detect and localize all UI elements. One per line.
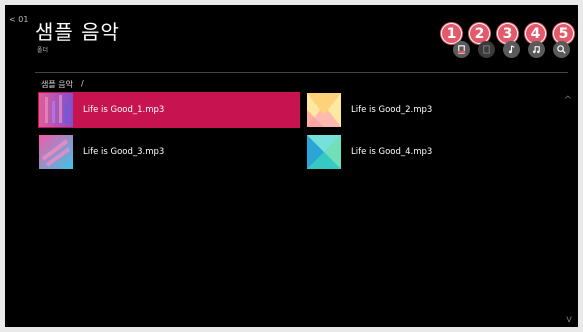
search-button[interactable] xyxy=(553,41,570,58)
file-browser-screen: < 01 샘플 음악 폴더 1 2 3 4 5 샘플 음악 / Life is … xyxy=(5,5,578,327)
playlist-icon xyxy=(532,46,540,54)
scroll-down-button[interactable]: v xyxy=(566,314,572,325)
album-art-thumbnail xyxy=(39,93,73,127)
file-item[interactable]: Life is Good_4.mp3 xyxy=(306,134,568,170)
music-button[interactable] xyxy=(503,41,520,58)
file-name: Life is Good_3.mp3 xyxy=(83,147,165,157)
search-icon xyxy=(557,45,566,54)
breadcrumb-folder[interactable]: 샘플 음악 xyxy=(41,79,73,90)
page-title: 샘플 음악 xyxy=(35,20,120,44)
file-item[interactable]: Life is Good_2.mp3 xyxy=(306,92,568,128)
back-button[interactable]: < 01 xyxy=(9,15,28,24)
file-name: Life is Good_4.mp3 xyxy=(351,147,433,157)
album-art-thumbnail xyxy=(307,93,341,127)
file-item[interactable]: Life is Good_1.mp3 xyxy=(38,92,300,128)
delete-icon xyxy=(457,45,466,54)
document-button[interactable] xyxy=(478,41,495,58)
music-note-icon xyxy=(508,45,515,54)
album-art-thumbnail xyxy=(307,135,341,169)
breadcrumb: 샘플 음악 / xyxy=(41,79,84,90)
playlist-button[interactable] xyxy=(528,41,545,58)
delete-button[interactable] xyxy=(453,41,470,58)
page-subtitle: 폴더 xyxy=(37,47,49,54)
toolbar xyxy=(453,41,570,58)
header-divider xyxy=(35,72,568,73)
file-name: Life is Good_2.mp3 xyxy=(351,105,433,115)
file-item[interactable]: Life is Good_3.mp3 xyxy=(38,134,300,170)
file-name: Life is Good_1.mp3 xyxy=(83,105,165,115)
document-icon xyxy=(483,45,490,54)
album-art-thumbnail xyxy=(39,135,73,169)
breadcrumb-separator: / xyxy=(80,79,84,88)
scroll-up-button[interactable]: ^ xyxy=(564,95,572,106)
